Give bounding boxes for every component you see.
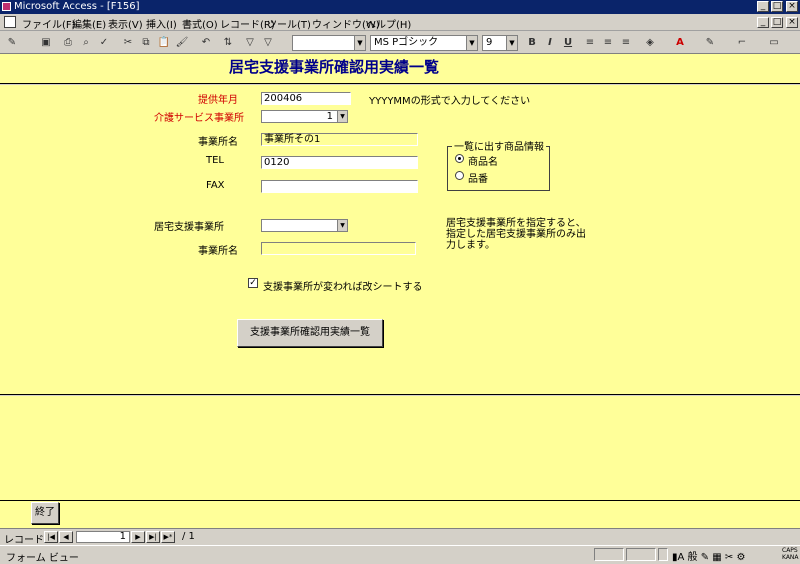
fill-color-icon[interactable]: ◈ (642, 35, 658, 51)
last-record-button[interactable]: ▶| (146, 531, 160, 543)
menu-file[interactable]: ファイル(F) (22, 16, 76, 31)
align-center-icon[interactable]: ≡ (600, 35, 616, 51)
year-month-label: 提供年月 (198, 95, 238, 106)
fax-label: FAX (206, 180, 225, 191)
service-office-select[interactable]: 1 ▼ (261, 110, 348, 123)
status-panel-1 (594, 548, 624, 561)
year-month-hint: YYYYMMの形式で入力してください (369, 96, 531, 107)
ime-bar: ▮A 般 ✎ ▦ ✂ ⚙ (672, 552, 746, 563)
font-color-icon[interactable]: A (672, 35, 688, 51)
doc-close-button[interactable]: × (786, 17, 798, 28)
prev-record-button[interactable]: ◀ (59, 531, 73, 543)
paste-icon[interactable]: 📋 (156, 35, 172, 51)
filter-selection-icon[interactable]: ▽ (242, 35, 258, 51)
record-number-field[interactable]: 1 (76, 531, 130, 543)
maximize-button[interactable]: □ (771, 1, 783, 12)
product-name-radio[interactable] (455, 154, 464, 163)
service-office-label: 介護サービス事業所 (154, 113, 244, 124)
spelling-icon[interactable]: ✓ (96, 35, 112, 51)
care-office-name-label: 事業所名 (198, 246, 238, 257)
font-name-combo[interactable]: MS Pゴシック ▼ (370, 35, 478, 51)
minimize-button[interactable]: _ (757, 1, 769, 12)
access-app-icon (2, 2, 11, 11)
print-icon[interactable]: ⎙ (60, 35, 76, 51)
align-left-icon[interactable]: ≡ (582, 35, 598, 51)
footer-divider (0, 500, 800, 501)
undo-icon[interactable]: ↶ (198, 35, 214, 51)
product-name-label: 商品名 (468, 157, 498, 168)
font-name-value: MS Pゴシック (374, 37, 439, 48)
menu-insert[interactable]: 挿入(I) (146, 16, 177, 31)
product-number-label: 品番 (468, 174, 488, 185)
menu-help[interactable]: ヘルプ(H) (366, 16, 411, 31)
close-button[interactable]: × (786, 1, 798, 12)
product-info-group-title: 一覧に出す商品情報 (452, 138, 546, 153)
care-office-label: 居宅支援事業所 (154, 222, 224, 233)
new-record-button[interactable]: ▶* (161, 531, 175, 543)
service-office-value: 1 (326, 111, 333, 122)
care-office-note: 居宅支援事業所を指定すると、指定した居宅支援事業所のみ出力します。 (446, 218, 586, 251)
first-record-button[interactable]: |◀ (44, 531, 58, 543)
report-button[interactable]: 支援事業所確認用実績一覧 (237, 319, 383, 347)
kana-indicator: KANA (782, 554, 799, 561)
record-total: / 1 (182, 531, 195, 542)
align-right-icon[interactable]: ≡ (618, 35, 634, 51)
caps-indicator: CAPS (782, 547, 798, 554)
copy-icon[interactable]: ⧉ (138, 35, 154, 51)
care-office-name-field[interactable] (261, 242, 416, 255)
next-record-button[interactable]: ▶ (131, 531, 145, 543)
format-painter-icon[interactable]: 🖌 (174, 35, 190, 51)
toolbar: ✎ ▣ ⎙ ⌕ ✓ ✂ ⧉ 📋 🖌 ↶ ⇅ ▽ ▽ ▼ MS Pゴシック ▼ 9 ▼… (0, 32, 800, 54)
form-detail: 提供年月 200406 YYYYMMの形式で入力してください 介護サービス事業所… (0, 85, 800, 395)
status-panel-3 (658, 548, 668, 561)
italic-button[interactable]: I (542, 35, 558, 51)
filter-form-icon[interactable]: ▽ (260, 35, 276, 51)
doc-minimize-button[interactable]: _ (757, 17, 769, 28)
year-month-input[interactable]: 200406 (261, 92, 351, 105)
cut-icon[interactable]: ✂ (120, 35, 136, 51)
window-title: Microsoft Access - [F156] (14, 1, 140, 12)
sort-icon[interactable]: ⇅ (220, 35, 236, 51)
design-view-icon[interactable]: ✎ (4, 35, 20, 51)
close-form-button[interactable]: 終了 (31, 502, 59, 524)
office-name-field[interactable]: 事業所その1 (261, 133, 418, 146)
change-sheet-label: 支援事業所が変われば改シートする (263, 282, 423, 293)
fax-field[interactable] (261, 180, 418, 193)
object-combo[interactable]: ▼ (292, 35, 366, 51)
form-footer: 終了 (0, 396, 800, 528)
form-title: 居宅支援事業所確認用実績一覧 (229, 58, 440, 76)
product-number-radio[interactable] (455, 171, 464, 180)
chevron-down-icon[interactable]: ▼ (337, 111, 347, 122)
font-size-value: 9 (486, 37, 493, 48)
record-label: レコード: (4, 535, 48, 546)
menu-tools[interactable]: ツール(T) (267, 16, 311, 31)
menu-view[interactable]: 表示(V) (108, 16, 143, 31)
form-icon[interactable] (4, 16, 16, 28)
change-sheet-checkbox[interactable]: ✓ (248, 278, 258, 288)
status-bar: フォーム ビュー ▮A 般 ✎ ▦ ✂ ⚙ CAPS KANA (0, 545, 800, 564)
underline-button[interactable]: U (560, 35, 576, 51)
menu-edit[interactable]: 編集(E) (72, 16, 106, 31)
tel-label: TEL (206, 155, 224, 166)
status-panel-2 (626, 548, 656, 561)
special-effect-icon[interactable]: ▭ (766, 35, 782, 51)
menu-format[interactable]: 書式(O) (182, 16, 218, 31)
doc-restore-button[interactable]: □ (771, 17, 783, 28)
form-header: 居宅支援事業所確認用実績一覧 (0, 54, 800, 84)
font-size-combo[interactable]: 9 ▼ (482, 35, 518, 51)
care-office-select[interactable]: ▼ (261, 219, 348, 232)
office-name-label: 事業所名 (198, 137, 238, 148)
record-navigation: レコード: |◀ ◀ 1 ▶ ▶| ▶* / 1 (0, 528, 800, 546)
chevron-down-icon[interactable]: ▼ (337, 220, 347, 231)
bold-button[interactable]: B (524, 35, 540, 51)
tel-field[interactable]: 0120 (261, 156, 418, 169)
title-bar: Microsoft Access - [F156] _ □ × (0, 0, 800, 14)
border-width-icon[interactable]: ⌐ (734, 35, 750, 51)
menu-bar: ファイル(F) 編集(E) 表示(V) 挿入(I) 書式(O) レコード(R) … (0, 14, 800, 31)
line-color-icon[interactable]: ✎ (702, 35, 718, 51)
save-icon[interactable]: ▣ (38, 35, 54, 51)
print-preview-icon[interactable]: ⌕ (78, 35, 94, 51)
